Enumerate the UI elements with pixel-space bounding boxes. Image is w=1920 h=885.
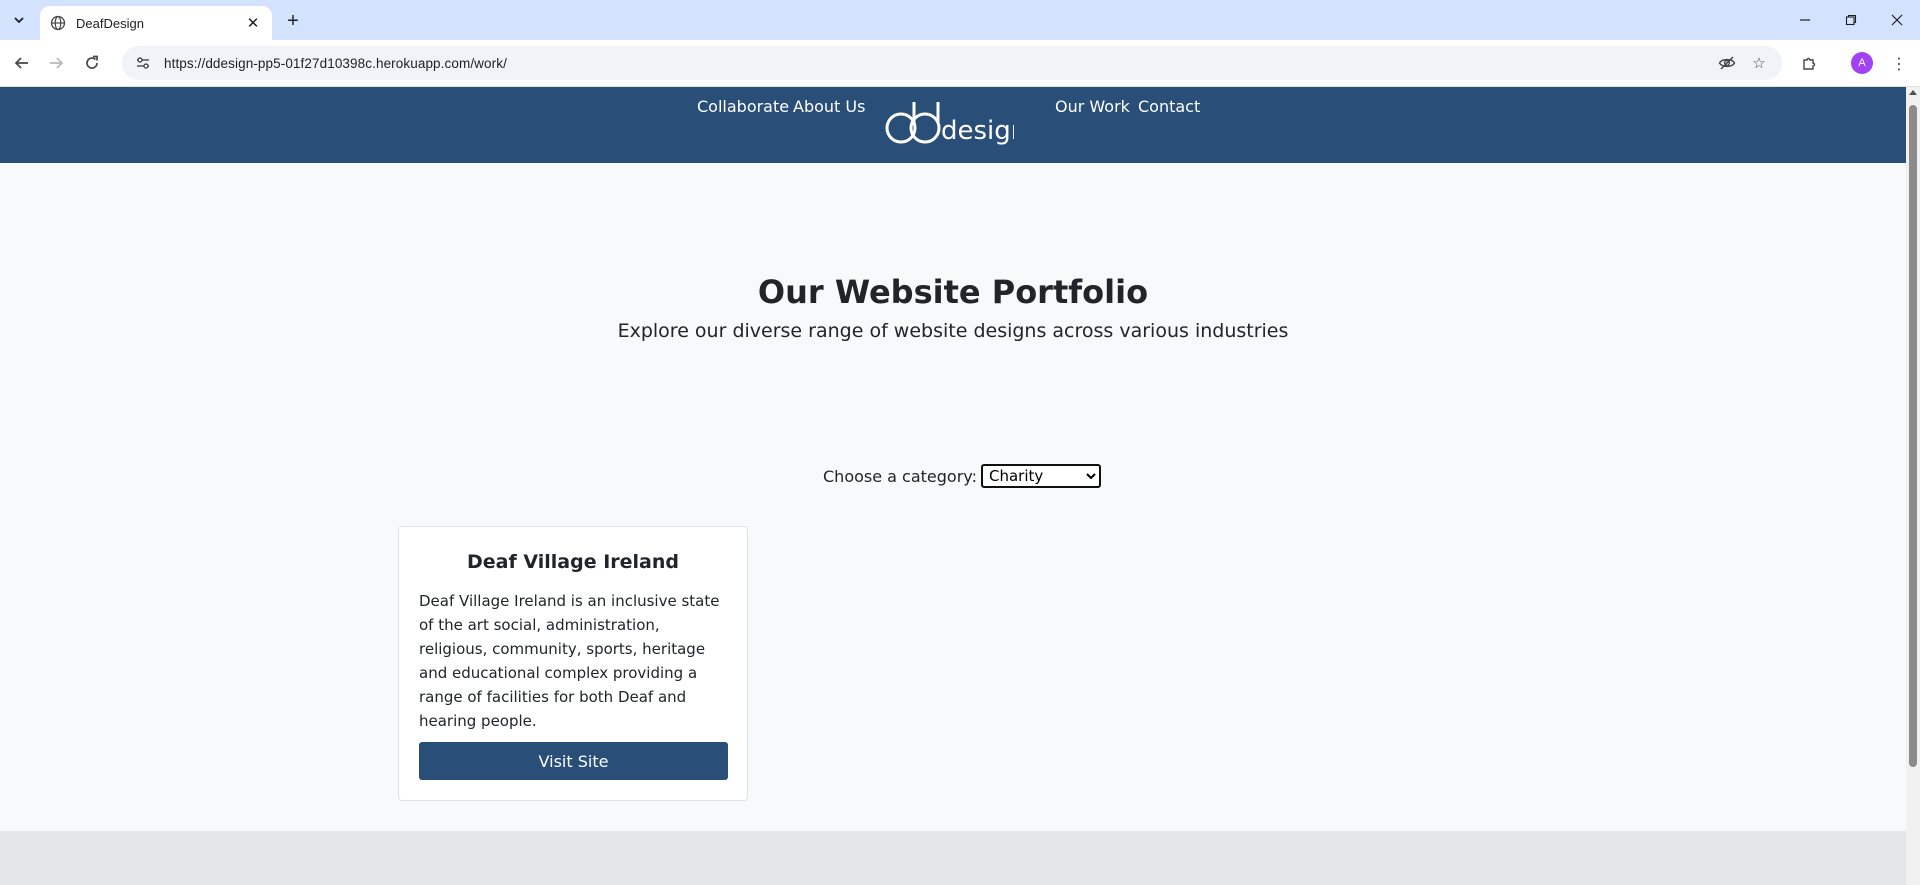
minimize-icon[interactable] — [1782, 0, 1828, 40]
site-settings-icon[interactable] — [134, 54, 152, 72]
footer — [0, 831, 1906, 885]
portfolio-card: Deaf Village Ireland Deaf Village Irelan… — [398, 526, 748, 801]
ddesign-logo[interactable]: design — [884, 99, 1014, 151]
reload-icon[interactable] — [78, 49, 106, 77]
tab-close-icon[interactable]: ✕ — [244, 14, 262, 32]
page-subtitle: Explore our diverse range of website des… — [617, 320, 1289, 342]
new-tab-plus-icon[interactable]: + — [280, 8, 306, 34]
browser-toolbar: https://ddesign-pp5-01f27d10398c.herokua… — [0, 40, 1920, 87]
nav-link-contact[interactable]: Contact — [1138, 97, 1200, 116]
visit-site-button[interactable]: Visit Site — [419, 742, 728, 780]
page-scrollbar[interactable] — [1906, 87, 1920, 885]
back-arrow-icon[interactable] — [8, 49, 36, 77]
nav-link-about-us[interactable]: About Us — [793, 97, 865, 116]
address-bar[interactable]: https://ddesign-pp5-01f27d10398c.herokua… — [122, 46, 1782, 80]
browser-tabstrip: DeafDesign ✕ + — [0, 0, 1920, 40]
category-select[interactable]: Charity — [980, 464, 1101, 488]
category-filter: Choose a category: Charity — [823, 464, 1101, 488]
site-navbar: Collaborate About Us design Our Work Con… — [0, 87, 1906, 163]
forward-arrow-icon[interactable] — [42, 49, 70, 77]
card-title: Deaf Village Ireland — [467, 551, 679, 573]
url-text: https://ddesign-pp5-01f27d10398c.herokua… — [164, 55, 507, 71]
scrollbar-thumb[interactable] — [1909, 105, 1917, 767]
scroll-up-arrow-icon[interactable] — [1909, 90, 1917, 95]
nav-link-collaborate[interactable]: Collaborate — [697, 97, 789, 116]
nav-link-our-work[interactable]: Our Work — [1055, 97, 1130, 116]
svg-text:design: design — [941, 116, 1014, 146]
eye-off-icon[interactable] — [1712, 46, 1742, 80]
profile-avatar[interactable]: A — [1851, 52, 1873, 74]
extensions-puzzle-icon[interactable] — [1794, 49, 1824, 79]
bookmark-star-icon[interactable]: ☆ — [1744, 46, 1774, 80]
card-description: Deaf Village Ireland is an inclusive sta… — [419, 592, 720, 730]
restore-icon[interactable] — [1828, 0, 1874, 40]
browser-tab-active[interactable]: DeafDesign ✕ — [40, 6, 272, 40]
kebab-menu-icon[interactable]: ⋮ — [1884, 49, 1914, 79]
window-close-icon[interactable] — [1874, 0, 1920, 40]
page-title: Our Website Portfolio — [757, 273, 1149, 311]
page-viewport: Collaborate About Us design Our Work Con… — [0, 87, 1906, 885]
category-label: Choose a category: — [823, 466, 977, 486]
tab-search-chevron-icon[interactable] — [6, 8, 32, 32]
globe-icon — [50, 15, 66, 31]
tab-title: DeafDesign — [76, 15, 144, 31]
